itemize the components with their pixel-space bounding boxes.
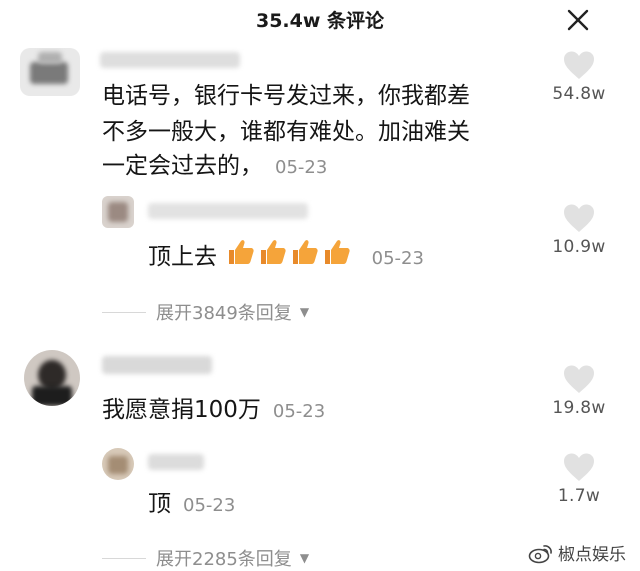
comment-text: 我愿意捐100万 05-23 <box>102 397 326 423</box>
close-icon <box>567 9 589 31</box>
like-button[interactable]: 54.8w <box>539 50 619 104</box>
heart-icon <box>564 365 594 393</box>
divider <box>102 311 146 313</box>
avatar[interactable] <box>24 350 80 406</box>
like-count: 1.7w <box>557 486 601 506</box>
avatar[interactable] <box>20 48 80 96</box>
username[interactable] <box>100 52 240 68</box>
expand-replies-button[interactable]: 展开3849条回复 ▼ <box>102 299 309 325</box>
watermark: 椒点娱乐 <box>528 540 626 565</box>
reply-text: 顶上去 05-23 <box>148 238 424 277</box>
comment-text: 不多一般大，谁都有难处。加油难关 <box>102 119 470 145</box>
like-count: 54.8w <box>552 84 606 104</box>
caret-down-icon: ▼ <box>299 305 310 319</box>
like-count: 19.8w <box>552 398 606 418</box>
heart-icon <box>564 453 594 481</box>
comment-date: 05-23 <box>275 157 328 178</box>
caret-down-icon: ▼ <box>299 551 310 565</box>
expand-replies-label: 展开3849条回复 <box>156 303 292 324</box>
close-button[interactable] <box>563 5 593 35</box>
reply-date: 05-23 <box>371 248 424 269</box>
comments-header: 35.4w 条评论 <box>0 0 640 40</box>
like-button[interactable]: 19.8w <box>539 364 619 418</box>
avatar[interactable] <box>102 196 134 228</box>
thumbs-up-emojis <box>224 240 359 270</box>
thumbs-up-emoji <box>325 240 350 264</box>
username[interactable] <box>102 356 212 374</box>
watermark-text: 椒点娱乐 <box>558 545 626 565</box>
comment-count-title: 35.4w 条评论 <box>255 10 385 32</box>
expand-replies-label: 展开2285条回复 <box>156 549 292 570</box>
weibo-logo-icon <box>528 544 552 563</box>
reply-date: 05-23 <box>183 495 236 516</box>
avatar[interactable] <box>102 448 134 480</box>
divider <box>102 557 146 559</box>
like-button[interactable]: 1.7w <box>539 452 619 506</box>
thumbs-up-emoji <box>229 240 254 264</box>
heart-icon <box>564 51 594 79</box>
comment-date: 05-23 <box>272 401 326 422</box>
heart-icon <box>564 204 594 232</box>
like-count: 10.9w <box>552 237 606 257</box>
reply-text: 顶 05-23 <box>148 491 236 517</box>
thumbs-up-emoji <box>261 240 286 264</box>
expand-replies-button[interactable]: 展开2285条回复 ▼ <box>102 545 309 571</box>
thumbs-up-emoji <box>293 240 318 264</box>
username[interactable] <box>148 454 204 470</box>
like-button[interactable]: 10.9w <box>539 203 619 257</box>
comment-text: 电话号，银行卡号发过来，你我都差 <box>102 83 470 109</box>
username[interactable] <box>148 203 308 219</box>
comment-text: 一定会过去的， 05-23 <box>102 153 328 179</box>
